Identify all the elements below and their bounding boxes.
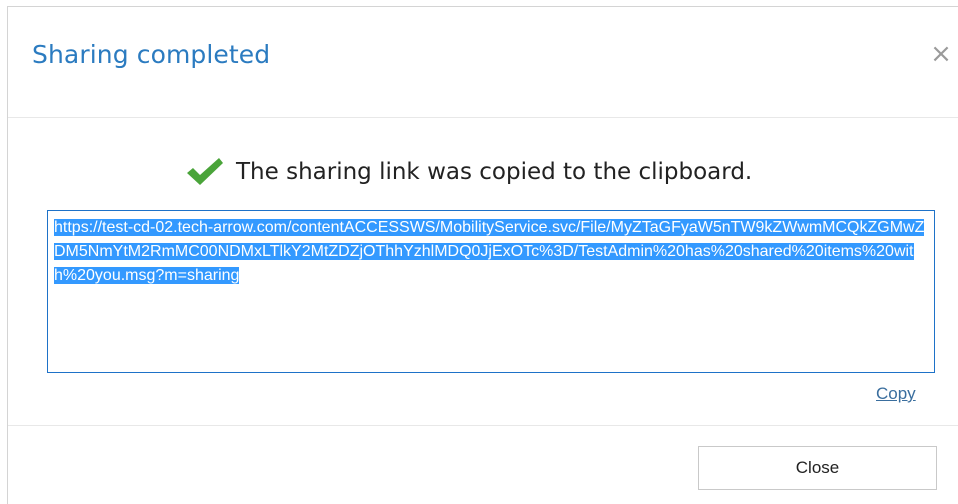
footer-divider (8, 425, 958, 426)
sharing-link-text: https://test-cd-02.tech-arrow.com/conten… (54, 219, 925, 284)
close-button[interactable]: Close (698, 446, 937, 490)
check-icon (187, 158, 223, 185)
dialog-title: Sharing completed (32, 40, 271, 69)
status-message: The sharing link was copied to the clipb… (185, 152, 752, 192)
header-divider (8, 117, 958, 118)
sharing-dialog: Sharing completed × The sharing link was… (7, 6, 958, 504)
sharing-link-field[interactable]: https://test-cd-02.tech-arrow.com/conten… (47, 210, 935, 373)
close-icon[interactable]: × (930, 41, 952, 67)
status-message-text: The sharing link was copied to the clipb… (236, 159, 753, 185)
copy-link[interactable]: Copy (876, 384, 916, 404)
